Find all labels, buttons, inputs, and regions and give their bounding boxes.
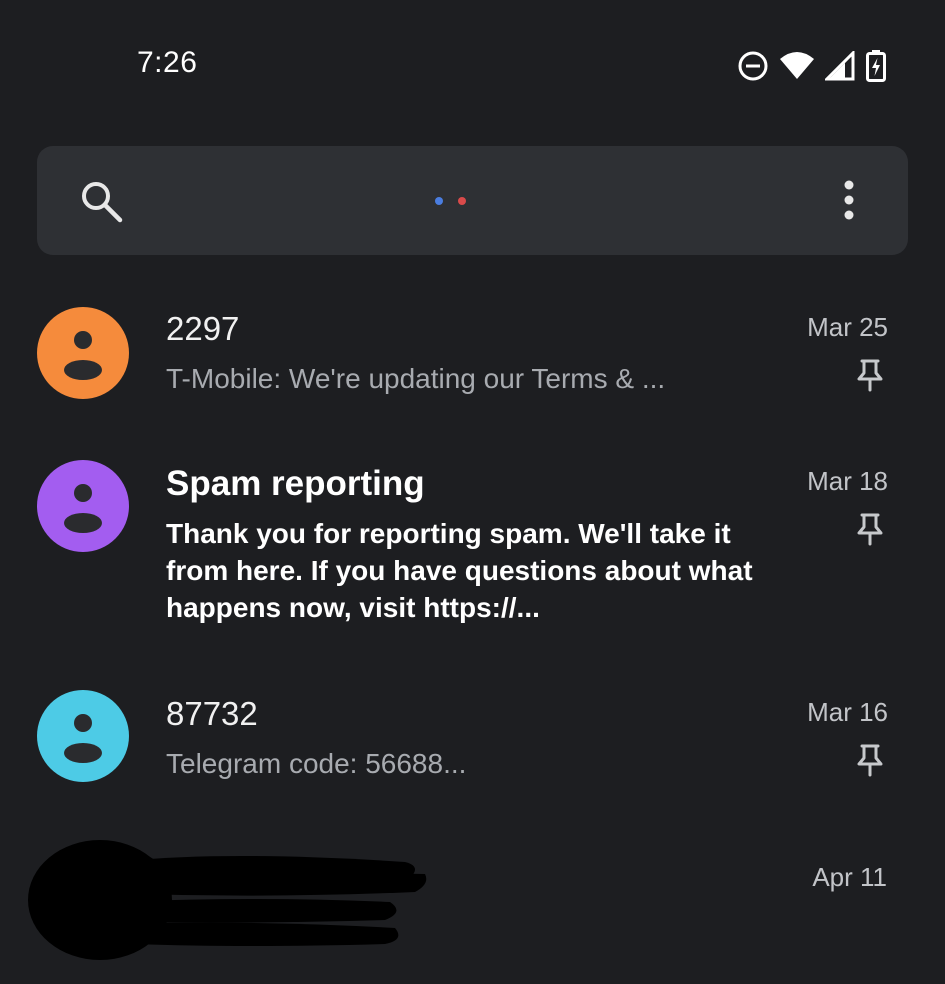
signal-icon xyxy=(825,51,855,81)
conversation-item[interactable]: 2297 T-Mobile: We're updating our Terms … xyxy=(0,300,945,420)
conversation-date: Mar 18 xyxy=(807,466,888,496)
conversation-snippet: Thank you for reporting spam. We'll take… xyxy=(166,518,753,623)
do-not-disturb-icon xyxy=(738,51,768,81)
status-icons xyxy=(737,48,887,84)
loading-indicator xyxy=(435,197,466,205)
pin-icon xyxy=(857,744,883,777)
loading-dot-red xyxy=(458,197,466,205)
loading-dot-blue xyxy=(435,197,443,205)
conversation-item[interactable]: 87732 Telegram code: 56688... Mar 16 xyxy=(0,685,945,805)
status-time: 7:26 xyxy=(137,46,198,79)
search-bar[interactable] xyxy=(37,146,908,255)
conversation-date: Apr 11 xyxy=(812,862,887,892)
conversation-item[interactable]: Spam reporting Thank you for reporting s… xyxy=(0,450,945,650)
avatar xyxy=(37,690,129,782)
conversation-date: Mar 25 xyxy=(807,312,888,342)
person-icon xyxy=(64,714,102,763)
conversation-snippet: Telegram code: 56688... xyxy=(166,748,467,779)
person-icon xyxy=(64,331,102,380)
pin-icon xyxy=(857,359,883,392)
conversation-name: Spam reporting xyxy=(166,464,425,503)
conversation-name: 2297 xyxy=(166,310,240,347)
more-vert-icon[interactable] xyxy=(840,180,858,222)
person-icon xyxy=(64,484,102,533)
avatar xyxy=(37,307,129,399)
conversation-name: 87732 xyxy=(166,695,258,732)
battery-charging-icon xyxy=(866,50,886,82)
avatar xyxy=(37,460,129,552)
redaction-scribble xyxy=(28,840,427,960)
wifi-icon xyxy=(780,52,814,79)
conversation-snippet: T-Mobile: We're updating our Terms & ... xyxy=(166,363,666,394)
search-icon[interactable] xyxy=(79,179,125,225)
pin-icon xyxy=(857,513,883,546)
status-bar: 7:26 xyxy=(0,0,945,120)
conversation-date: Mar 16 xyxy=(807,697,888,727)
